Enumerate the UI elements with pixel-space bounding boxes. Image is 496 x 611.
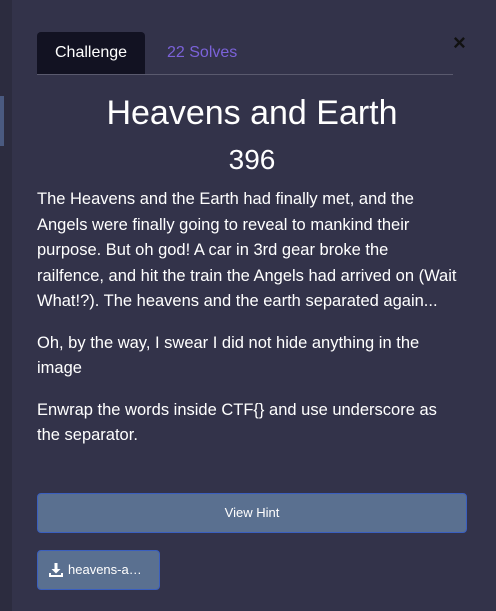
download-icon — [49, 563, 63, 577]
tab-solves[interactable]: 22 Solves — [149, 32, 255, 74]
description-paragraph: Enwrap the words inside CTF{} and use un… — [37, 400, 437, 445]
backdrop-accent — [0, 96, 4, 146]
challenge-title: Heavens and Earth — [106, 94, 398, 132]
modal-tabs: Challenge 22 Solves — [37, 32, 453, 75]
description-paragraph: Oh, by the way, I swear I did not hide a… — [37, 333, 420, 378]
view-hint-button[interactable]: View Hint — [37, 493, 467, 533]
file-name-label: heavens-a… — [68, 562, 142, 577]
challenge-points: 396 — [228, 144, 276, 175]
description-paragraph: The Heavens and the Earth had finally me… — [37, 190, 457, 310]
challenge-description: The Heavens and the Earth had finally me… — [37, 187, 457, 465]
file-download-button[interactable]: heavens-a… — [37, 550, 160, 590]
backdrop — [0, 0, 12, 611]
tab-challenge[interactable]: Challenge — [37, 32, 146, 74]
close-button[interactable]: × — [453, 31, 466, 55]
challenge-modal: × Challenge 22 Solves Heavens and Earth … — [12, 0, 496, 611]
